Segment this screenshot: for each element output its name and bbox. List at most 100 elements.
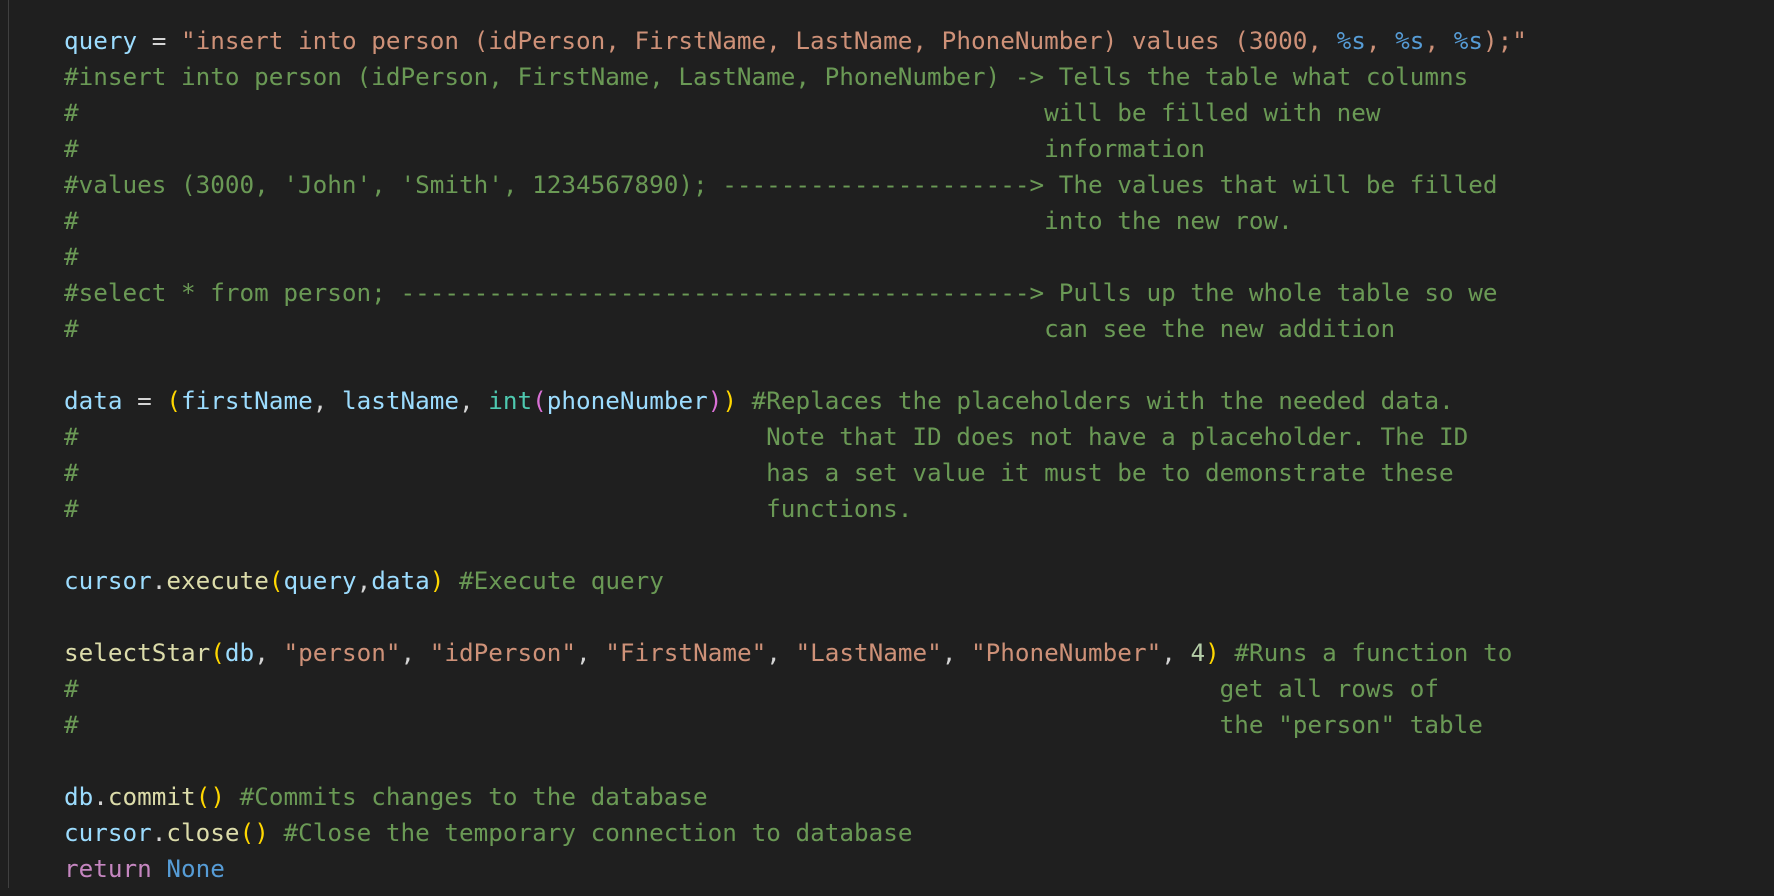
operator-token: , — [400, 638, 430, 667]
bracket-token: ( — [210, 638, 225, 667]
operator-token: , — [459, 386, 489, 415]
comment-token: #Replaces the placeholders with the need… — [751, 386, 1454, 415]
operator-token: , — [576, 638, 606, 667]
function-token: execute — [166, 566, 269, 595]
operator-token — [225, 782, 240, 811]
code-line[interactable] — [64, 743, 1527, 779]
code-line[interactable]: # information — [64, 131, 1527, 167]
comment-token: #select * from person; -----------------… — [64, 278, 1498, 307]
comment-token: # can see the new addition — [64, 314, 1396, 343]
comment-token: #Runs a function to — [1234, 638, 1513, 667]
operator-token: = — [137, 26, 182, 55]
code-line[interactable]: # will be filled with new — [64, 95, 1527, 131]
bracket-token: ) — [1205, 638, 1220, 667]
code-line[interactable]: cursor.execute(query,data) #Execute quer… — [64, 563, 1527, 599]
code-line[interactable]: cursor.close() #Close the temporary conn… — [64, 815, 1527, 851]
bracket-token: ( — [166, 386, 182, 415]
operator-token: = — [122, 386, 167, 415]
code-line[interactable]: #insert into person (idPerson, FirstName… — [64, 59, 1527, 95]
code-line[interactable]: # has a set value it must be to demonstr… — [64, 455, 1527, 491]
format-token: %s — [1453, 26, 1483, 55]
code-editor[interactable]: query = "insert into person (idPerson, F… — [0, 0, 1774, 896]
code-line[interactable]: query = "insert into person (idPerson, F… — [64, 23, 1527, 59]
code-line[interactable] — [64, 347, 1527, 383]
keyword-token: return — [64, 854, 152, 883]
variable-token: db — [64, 782, 94, 811]
format-token: %s — [1395, 26, 1425, 55]
comment-token: #Execute query — [459, 566, 664, 595]
string-token: "PhoneNumber" — [971, 638, 1162, 667]
number-token: 4 — [1190, 638, 1206, 667]
code-line[interactable]: # into the new row. — [64, 203, 1527, 239]
operator-token: , — [356, 566, 372, 595]
function-token: selectStar — [64, 638, 211, 667]
code-line[interactable]: return None — [64, 851, 1527, 887]
code-area[interactable]: query = "insert into person (idPerson, F… — [64, 23, 1527, 887]
operator-token: . — [93, 782, 108, 811]
code-line[interactable]: selectStar(db, "person", "idPerson", "Fi… — [64, 635, 1527, 671]
string-token: );" — [1482, 26, 1527, 55]
bracket-token: ( — [268, 566, 284, 595]
comment-token: #Close the temporary connection to datab… — [283, 818, 913, 847]
variable-token: query — [283, 566, 357, 595]
format-token: None — [166, 854, 225, 883]
comment-token: # get all rows of — [64, 674, 1440, 703]
variable-token: firstName — [181, 386, 313, 415]
code-line[interactable]: # the "person" table — [64, 707, 1527, 743]
string-token: , — [1365, 26, 1396, 55]
comment-token: # information — [64, 134, 1205, 163]
code-line[interactable] — [64, 527, 1527, 563]
comment-token: # functions. — [64, 494, 913, 523]
operator-token: , — [312, 386, 342, 415]
format-token: %s — [1336, 26, 1366, 55]
operator-token: . — [151, 566, 167, 595]
operator-token: , — [941, 638, 972, 667]
code-line[interactable]: # get all rows of — [64, 671, 1527, 707]
code-line[interactable]: #values (3000, 'John', 'Smith', 12345678… — [64, 167, 1527, 203]
variable-token: data — [64, 386, 123, 415]
operator-token: . — [151, 818, 167, 847]
comment-token: # into the new row. — [64, 206, 1293, 235]
code-line[interactable]: # can see the new addition — [64, 311, 1527, 347]
variable-token: lastName — [341, 386, 459, 415]
code-line[interactable]: data = (firstName, lastName, int(phoneNu… — [64, 383, 1527, 419]
code-line[interactable]: # — [64, 239, 1527, 275]
variable-token: cursor — [64, 818, 152, 847]
operator-token — [444, 566, 459, 595]
string-token: "FirstName" — [605, 638, 767, 667]
operator-token: , — [766, 638, 796, 667]
operator-token — [737, 386, 752, 415]
comment-token: #values (3000, 'John', 'Smith', 12345678… — [64, 170, 1498, 199]
operator-token — [152, 854, 167, 883]
bracket-token: ( — [532, 386, 547, 415]
builtin-token: int — [488, 386, 533, 415]
comment-token: # will be filled with new — [64, 98, 1381, 127]
string-token: "insert into person (idPerson, FirstName… — [181, 26, 1337, 55]
variable-token: data — [371, 566, 430, 595]
code-line[interactable] — [64, 599, 1527, 635]
bracket-token: ) — [722, 386, 737, 415]
code-line[interactable]: # functions. — [64, 491, 1527, 527]
function-token: close — [166, 818, 240, 847]
code-line[interactable]: # Note that ID does not have a placehold… — [64, 419, 1527, 455]
comment-token: # — [64, 242, 79, 271]
indent-guide — [8, 0, 9, 888]
function-token: commit — [107, 782, 196, 811]
variable-token: db — [224, 638, 255, 667]
bracket-token: () — [239, 818, 269, 847]
comment-token: #insert into person (idPerson, FirstName… — [64, 62, 1469, 91]
comment-token: # has a set value it must be to demonstr… — [64, 458, 1454, 487]
operator-token: , — [254, 638, 284, 667]
variable-token: query — [64, 26, 138, 55]
variable-token: phoneNumber — [546, 386, 708, 415]
code-line[interactable]: db.commit() #Commits changes to the data… — [64, 779, 1527, 815]
string-token: "LastName" — [795, 638, 942, 667]
code-line[interactable]: #select * from person; -----------------… — [64, 275, 1527, 311]
operator-token — [1220, 638, 1235, 667]
operator-token — [269, 818, 284, 847]
variable-token: cursor — [64, 566, 152, 595]
operator-token: , — [1161, 638, 1191, 667]
comment-token: #Commits changes to the database — [239, 782, 708, 811]
bracket-token: ) — [707, 386, 723, 415]
comment-token: # the "person" table — [64, 710, 1483, 739]
